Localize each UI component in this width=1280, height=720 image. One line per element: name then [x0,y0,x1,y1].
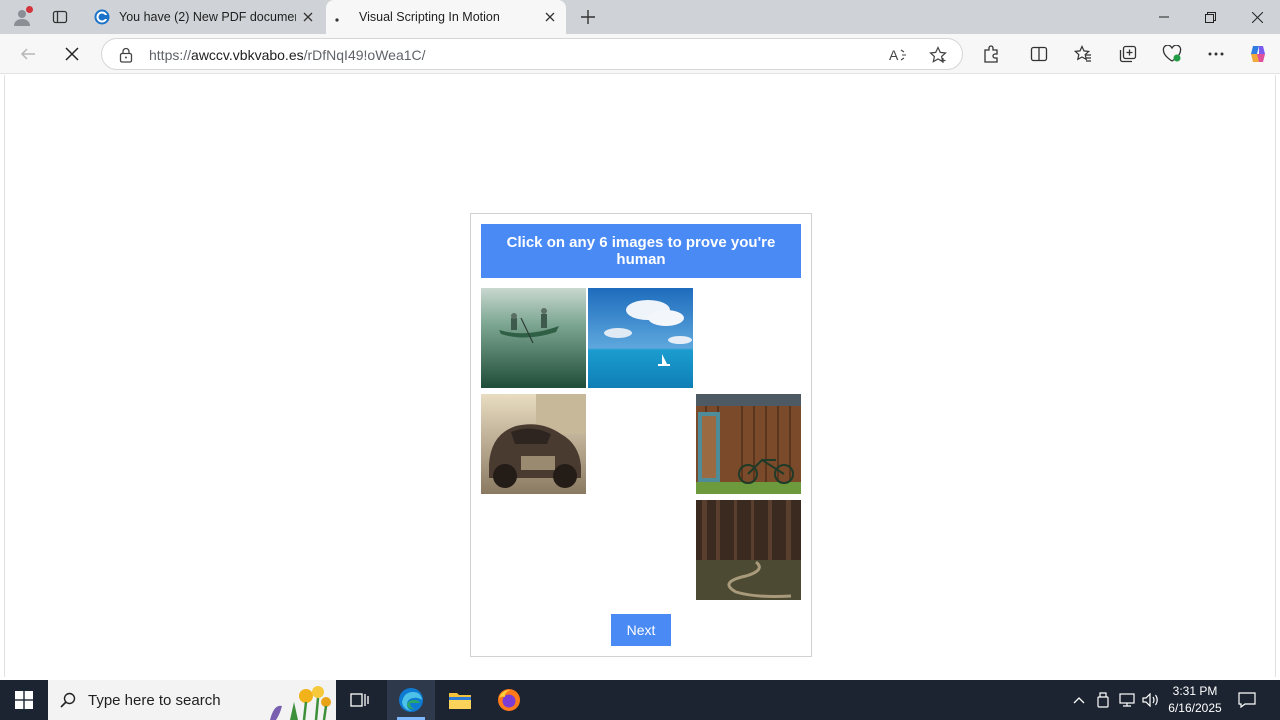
favorites-button[interactable] [1068,40,1098,68]
captcha-tile-vintage-car[interactable] [481,394,586,494]
task-view-button[interactable] [336,680,384,720]
collections-icon [1119,45,1137,63]
tab-strip: You have (2) New PDF documents Visual Sc… [0,0,1280,34]
captcha-tile-wooden-shed[interactable] [696,394,801,494]
clock-time: 3:31 PM [1172,684,1218,698]
search-placeholder: Type here to search [88,691,221,709]
tab-title: Visual Scripting In Motion [359,10,500,24]
folder-icon [449,693,471,709]
loading-dot-icon [335,18,339,22]
copilot-icon [1251,46,1265,62]
stop-icon [65,47,79,61]
restore-button[interactable] [1187,0,1233,34]
profile-button[interactable] [8,4,36,30]
stop-loading-button[interactable] [57,40,87,68]
url-scheme: https:// [149,47,192,63]
collections-button[interactable] [1113,40,1143,68]
browser-essentials-button[interactable] [1157,40,1187,68]
start-button[interactable] [0,680,48,720]
settings-more-button[interactable] [1201,40,1231,68]
minimize-button[interactable] [1141,0,1187,34]
new-tab-button[interactable] [576,5,600,29]
taskbar-firefox[interactable] [485,680,533,720]
url-text: https://awccv.vbkvabo.es/rDfNqI49!oWea1C… [149,47,426,63]
split-screen-icon [1030,46,1048,62]
close-icon [1251,11,1263,23]
taskbar-file-explorer[interactable] [436,680,484,720]
browser-toolbar: https://awccv.vbkvabo.es/rDfNqI49!oWea1C… [0,34,1280,74]
close-window-button[interactable] [1234,0,1280,34]
tab-actions-button[interactable] [46,5,74,29]
tray-network-button[interactable] [1117,690,1137,710]
taskbar-edge[interactable] [387,680,435,720]
windows-logo-icon [15,691,33,709]
captcha-tile-sailboat[interactable] [588,288,693,388]
copilot-button[interactable] [1243,40,1273,68]
captcha-instruction: Click on any 6 images to prove you're hu… [481,224,801,278]
tray-volume-button[interactable] [1141,690,1161,710]
tray-usb-button[interactable] [1093,690,1113,710]
split-screen-button[interactable] [1024,40,1054,68]
speaker-icon [1142,693,1158,707]
notification-icon [1238,692,1256,708]
favorites-icon [1074,45,1091,62]
firefox-icon [498,689,520,711]
edge-favicon-icon [94,9,110,25]
tab-pdf-documents[interactable]: You have (2) New PDF documents [86,0,324,34]
edge-icon [399,688,423,712]
puzzle-icon [984,45,998,63]
taskbar-search[interactable]: Type here to search [48,680,336,720]
captcha-panel: Click on any 6 images to prove you're hu… [470,213,812,657]
network-icon [1119,693,1135,707]
next-button[interactable]: Next [611,614,671,646]
read-aloud-icon[interactable]: A [887,44,909,66]
search-highlight-flowers-icon [270,686,331,720]
back-arrow-icon [20,48,35,60]
captcha-tile-forest-path[interactable] [696,500,801,600]
svg-text:A: A [889,47,899,63]
url-host: awccv.vbkvabo.es [191,47,304,63]
notification-center-button[interactable] [1234,688,1260,712]
task-view-icon [350,693,369,707]
web-page: Click on any 6 images to prove you're hu… [4,75,1276,720]
tab-title: You have (2) New PDF documents [119,10,296,24]
minimize-icon [1159,16,1169,18]
extensions-button[interactable] [976,40,1006,68]
tab-close-icon[interactable] [296,5,320,29]
profile-alert-dot [26,6,33,13]
tab-actions-icon [52,10,68,24]
url-path: /rDfNqI49!oWea1C/ [303,47,426,63]
site-info-icon[interactable] [116,45,136,65]
search-icon [48,692,88,708]
show-hidden-icons-button[interactable] [1069,690,1089,710]
taskbar-clock[interactable]: 3:31 PM 6/16/2025 [1162,683,1228,717]
plus-icon [581,10,595,24]
tab-visual-scripting[interactable]: Visual Scripting In Motion [326,0,566,34]
clock-date: 6/16/2025 [1168,701,1222,715]
restore-icon [1204,11,1216,23]
captcha-tile-canoe[interactable] [481,288,586,388]
favorite-star-icon[interactable] [927,44,949,66]
back-button[interactable] [13,40,43,68]
tab-close-icon[interactable] [538,5,562,29]
device-icon [1097,692,1109,708]
heart-pulse-icon [1162,45,1182,62]
address-bar[interactable]: https://awccv.vbkvabo.es/rDfNqI49!oWea1C… [101,38,963,70]
more-dots-icon [1208,52,1224,56]
taskbar: Type here to search 3:31 PM 6/16/2025 [0,680,1280,720]
chevron-up-icon [1073,697,1085,704]
